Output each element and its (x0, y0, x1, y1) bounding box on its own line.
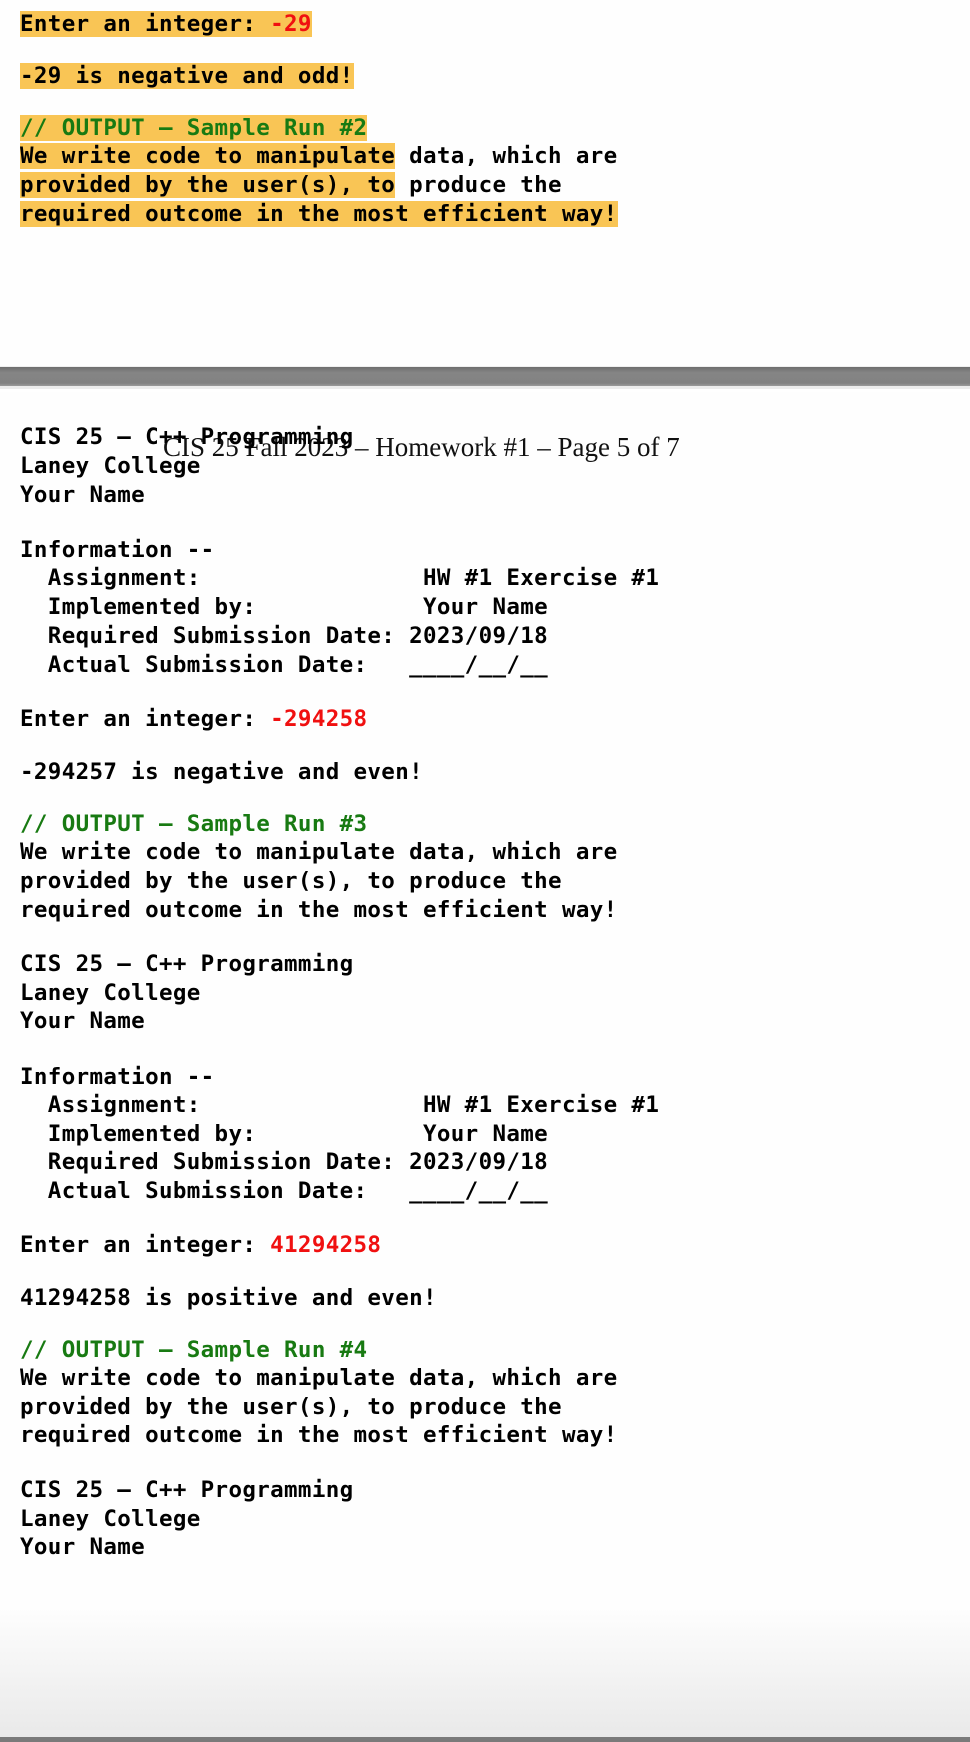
course-title: CIS 25 – C++ Programming (20, 1477, 354, 1503)
output-comment: // OUTPUT – Sample Run #3 (20, 809, 367, 840)
paragraph-line-1: We write code to manipulate data, which … (20, 839, 618, 865)
info-actual-date: Actual Submission Date: ____/__/__ (20, 652, 549, 678)
info-implemented-by: Implemented by: Your Name (20, 1121, 549, 1147)
paragraph-line-2: provided by the user(s), to produce the (20, 1394, 562, 1420)
info-assignment: Assignment: HW #1 Exercise #1 (20, 565, 660, 591)
college-name: Laney College (20, 980, 201, 1006)
info-assignment: Assignment: HW #1 Exercise #1 (20, 1092, 660, 1118)
paragraph-line-2: provided by the user(s), to produce the (20, 868, 562, 894)
output-comment: // OUTPUT – Sample Run #4 (20, 1335, 367, 1366)
result-text: -29 is negative and odd! (20, 63, 354, 89)
college-name: Laney College (20, 1506, 201, 1532)
plain-text: data, which are (395, 143, 618, 169)
paragraph-line-3: required outcome in the most efficient w… (20, 1422, 618, 1448)
plain-text: produce the (395, 172, 562, 198)
input-value: 41294258 (270, 1232, 382, 1258)
highlighted-text: provided by the user(s), to (20, 172, 396, 198)
highlighted-text: required outcome in the most efficient w… (20, 201, 618, 227)
prompt-label: Enter an integer: (20, 1232, 271, 1258)
comment-text: // OUTPUT – Sample Run #4 (20, 1337, 368, 1363)
college-name: Laney College (20, 453, 201, 479)
page-separator (0, 366, 970, 389)
info-implemented-by: Implemented by: Your Name (20, 594, 549, 620)
info-required-date: Required Submission Date: 2023/09/18 (20, 1149, 549, 1175)
highlighted-text: We write code to manipulate (20, 143, 396, 169)
result-line: -294257 is negative and even! (20, 759, 423, 785)
paragraph-line-2: provided by the user(s), to produce the (20, 170, 562, 201)
sample-run-2-result: -29 is negative and odd! (20, 61, 354, 92)
sample-run-2-comment: // OUTPUT – Sample Run #2 (20, 113, 368, 144)
paragraph-line-1: We write code to manipulate data, which … (20, 141, 618, 172)
prompt-label: Enter an integer: (20, 11, 271, 37)
result-line: 41294258 is positive and even! (20, 1285, 437, 1311)
output-comment: // OUTPUT – Sample Run #2 (20, 115, 368, 141)
paragraph-line-3: required outcome in the most efficient w… (20, 199, 618, 230)
student-name: Your Name (20, 1008, 146, 1034)
integer-prompt: Enter an integer: -294258 (20, 704, 367, 735)
student-name: Your Name (20, 1534, 146, 1560)
prompt-label: Enter an integer: (20, 706, 271, 732)
course-title: CIS 25 – C++ Programming (20, 951, 354, 977)
input-value: -29 (270, 11, 312, 37)
student-name: Your Name (20, 482, 146, 508)
info-required-date: Required Submission Date: 2023/09/18 (20, 623, 549, 649)
sample-run-2-prompt: Enter an integer: -29 (20, 9, 312, 40)
info-header: Information -- (20, 537, 215, 563)
paragraph-line-3: required outcome in the most efficient w… (20, 897, 618, 923)
info-header: Information -- (20, 1064, 215, 1090)
info-actual-date: Actual Submission Date: ____/__/__ (20, 1178, 549, 1204)
input-value: -294258 (270, 706, 368, 732)
paragraph-line-1: We write code to manipulate data, which … (20, 1365, 618, 1391)
integer-prompt: Enter an integer: 41294258 (20, 1230, 381, 1261)
viewer-bottom-edge (0, 1737, 970, 1742)
course-title: CIS 25 – C++ Programming (20, 424, 354, 450)
comment-text: // OUTPUT – Sample Run #3 (20, 811, 368, 837)
